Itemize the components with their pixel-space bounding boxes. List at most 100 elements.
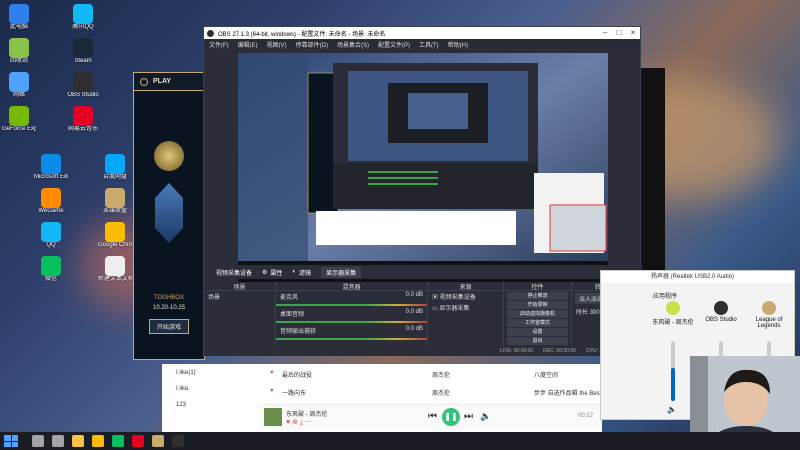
play-pause-button[interactable]: ❚❚ xyxy=(442,408,460,426)
wechat-icon[interactable] xyxy=(112,435,124,447)
start-button[interactable] xyxy=(4,435,18,447)
source-label: 视频采集设备 xyxy=(216,270,253,277)
task-view-icon[interactable] xyxy=(52,435,64,447)
mixer-app-name: OBS Studio xyxy=(705,317,737,323)
desktop-icon[interactable]: 此电脑 xyxy=(2,4,36,31)
level-meter xyxy=(276,321,427,323)
playlist-item[interactable]: I like xyxy=(176,386,188,392)
control-button[interactable]: 启动虚拟摄像机 xyxy=(507,310,568,318)
obs-title-bar: OBS 27.1.3 (64-bit, windows) - 配置文件: 未命名… xyxy=(204,27,640,39)
playlist-item[interactable]: 123 xyxy=(176,402,186,408)
obs-app-icon xyxy=(207,30,214,37)
volume-slider[interactable] xyxy=(671,341,675,401)
desktop-icon-label: QQ xyxy=(46,242,56,248)
music-icon[interactable] xyxy=(132,435,144,447)
playback-bar: 东风破 - 周杰伦 ♥ ⊕ ⤓ ⋯ ⏮ ❚❚ ⏭ 🔈 00:22 xyxy=(258,404,602,430)
scene-item[interactable]: 场景 xyxy=(204,291,275,302)
desktop-icon[interactable]: OBS Studio xyxy=(66,72,100,99)
obs-icon[interactable] xyxy=(172,435,184,447)
desktop-icon[interactable]: WeGame xyxy=(34,188,68,215)
minimize-button[interactable]: – xyxy=(598,27,612,39)
desktop-icon[interactable]: 回收站 xyxy=(2,38,36,65)
source-item[interactable]: ▭ 显示器采集 xyxy=(428,302,503,313)
obs-source-toolbar: 视频采集设备 ⚙ 属性 ◐ 滤镜 显示器采集 xyxy=(204,265,642,279)
lol-icon[interactable] xyxy=(152,435,164,447)
app-icon xyxy=(105,154,125,174)
album-art xyxy=(264,408,282,426)
mixer-app: 东风破 - 周杰伦 xyxy=(651,301,695,326)
obs-menu-item[interactable]: 工具(T) xyxy=(419,40,439,49)
desktop-icon-label: 网易云音乐 xyxy=(67,126,98,132)
desktop-icon[interactable]: 新建文本文档 xyxy=(98,256,132,283)
desktop-icon[interactable]: 百度网盘 xyxy=(98,154,132,181)
app-icon xyxy=(73,4,93,24)
file-explorer-icon[interactable] xyxy=(72,435,84,447)
volume-icon[interactable]: 🔈 xyxy=(480,411,491,422)
desktop-icon-label: OBS Studio xyxy=(67,92,99,98)
next-button[interactable]: ⏭ xyxy=(464,411,473,422)
music-player-window[interactable]: I like(1) I like 123 ♥ 最后的战役 周杰伦 八度空间 ♥ 一路向东 周杰伦… xyxy=(162,364,602,432)
display-capture-button[interactable]: 显示器采集 xyxy=(321,266,362,278)
obs-menu-item[interactable]: 配置文件(P) xyxy=(378,40,410,49)
lol-rank-label: TOGHBOX xyxy=(154,295,184,301)
desktop-icon-label: 回收站 xyxy=(9,58,28,64)
favorite-heart-icon[interactable]: ♥ xyxy=(270,370,274,376)
desktop-icon[interactable]: 腾讯QQ xyxy=(66,4,100,31)
desktop-icon[interactable]: 网络 xyxy=(2,72,36,99)
desktop-icon[interactable]: 微信 xyxy=(34,256,68,283)
desktop-icon[interactable]: QQ xyxy=(34,222,68,249)
desktop-icon[interactable]: GeForce Experience xyxy=(2,106,36,133)
lol-client-window[interactable]: PLAY TOGHBOX 10.20-10.25 开始游戏 xyxy=(133,72,205,360)
app-icon xyxy=(73,72,93,92)
mixer-dock: 混音器 麦克风 0.0 dB 桌面音频 0.0 dB 音频输出捕获 0.0 dB xyxy=(276,282,428,346)
obs-preview-canvas[interactable] xyxy=(238,53,608,291)
playback-time: 00:22 xyxy=(578,413,594,419)
desktop-icon[interactable]: Google Chrome xyxy=(98,222,132,249)
playlist-item[interactable]: I like(1) xyxy=(176,370,196,376)
lol-start-button[interactable]: 开始游戏 xyxy=(149,319,189,334)
mixer-track: 音频输出捕获 0.0 dB xyxy=(276,325,427,336)
song-title[interactable]: 一路向东 xyxy=(282,388,306,397)
desktop-icon[interactable]: 网易云音乐 xyxy=(66,106,100,133)
track-level: 0.0 dB xyxy=(405,309,423,315)
desktop-icon-label: WeGame xyxy=(38,208,64,214)
speaker-icon[interactable]: 🔈 xyxy=(667,405,677,414)
app-icon xyxy=(41,188,61,208)
filters-button[interactable]: ◐ 滤镜 xyxy=(292,268,311,277)
maximize-button[interactable]: □ xyxy=(612,27,626,39)
desktop-icon[interactable]: Steam xyxy=(66,38,100,65)
obs-menu-item[interactable]: 编辑(E) xyxy=(238,40,258,49)
app-icon xyxy=(9,106,29,126)
desktop-icon-label: GeForce Experience xyxy=(2,126,36,132)
obs-menu-item[interactable]: 文件(F) xyxy=(209,40,229,49)
song-album: 八度空间 xyxy=(534,373,559,379)
control-button[interactable]: 设置 xyxy=(507,328,568,336)
play-button[interactable]: PLAY xyxy=(153,78,171,85)
favorite-heart-icon[interactable]: ♥ xyxy=(270,388,274,394)
chrome-icon[interactable] xyxy=(92,435,104,447)
lol-date-range: 10.20-10.25 xyxy=(152,305,186,311)
desktop-icon-label: Microsoft Edge xyxy=(34,174,68,180)
desktop-icon[interactable]: Microsoft Edge xyxy=(34,154,68,181)
song-title[interactable]: 最后的战役 xyxy=(282,370,312,379)
desktop-icon[interactable]: 英雄联盟 xyxy=(98,188,132,215)
obs-menu-item[interactable]: 停靠部件(D) xyxy=(296,40,328,49)
app-icon xyxy=(41,154,61,174)
properties-button[interactable]: ⚙ 属性 xyxy=(262,268,282,277)
control-button[interactable]: 停止推流 xyxy=(507,292,568,300)
close-button[interactable]: × xyxy=(626,27,640,39)
control-button[interactable]: 工作室模式 xyxy=(507,319,568,327)
control-button[interactable]: 退出 xyxy=(507,337,568,345)
prev-button[interactable]: ⏮ xyxy=(428,411,437,422)
search-icon[interactable] xyxy=(32,435,44,447)
scenes-dock: 场景 场景 xyxy=(204,282,276,346)
obs-menu-item[interactable]: 场景集合(S) xyxy=(337,40,369,49)
control-button[interactable]: 开始录制 xyxy=(507,301,568,309)
live-status: LIVE: 00:00:00 xyxy=(500,348,534,354)
obs-menu-item[interactable]: 帮助(H) xyxy=(448,40,468,49)
source-item[interactable]: ▣ 视频采集设备 xyxy=(428,291,503,302)
obs-window[interactable]: OBS 27.1.3 (64-bit, windows) - 配置文件: 未命名… xyxy=(203,26,642,356)
mixer-app-name: 东风破 - 周杰伦 xyxy=(652,320,694,326)
controls-dock: 控件 停止推流 开始录制 启动虚拟摄像机 工作室模式 设置 退出 xyxy=(504,282,572,346)
obs-menu-item[interactable]: 视图(V) xyxy=(267,40,287,49)
